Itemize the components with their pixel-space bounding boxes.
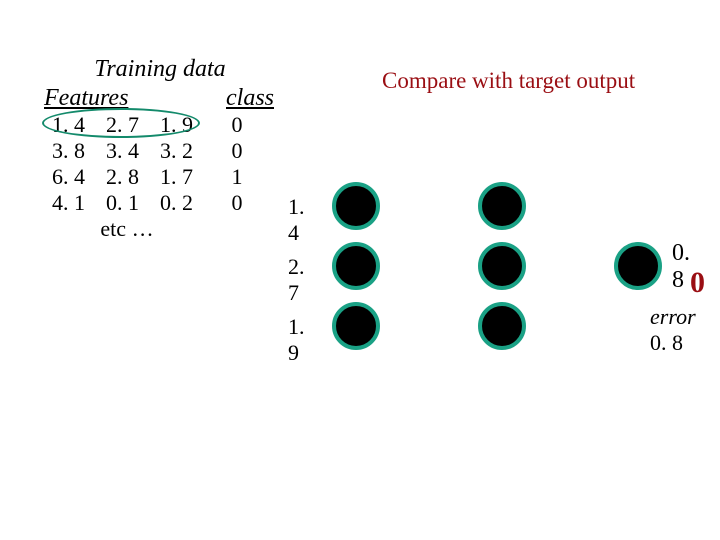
target-value: 0 <box>690 266 705 300</box>
cell: 0. 1 <box>106 190 144 216</box>
cell: 3. 8 <box>52 138 90 164</box>
cell: 0 <box>198 138 276 164</box>
input-node <box>332 242 380 290</box>
table-row: 4. 1 0. 1 0. 2 0 <box>44 190 276 216</box>
cell: 2. 8 <box>106 164 144 190</box>
error-text: error 0. 8 <box>650 304 696 356</box>
slide: Training data Features class 1. 4 2. 7 1… <box>0 0 720 540</box>
output-value: 0. 8 <box>672 240 690 294</box>
cell: 4. 1 <box>52 190 90 216</box>
table-row: 3. 8 3. 4 3. 2 0 <box>44 138 276 164</box>
cell: 3. 2 <box>160 138 198 164</box>
input-node <box>332 182 380 230</box>
compare-text: Compare with target output <box>378 68 639 94</box>
hidden-node <box>478 302 526 350</box>
output-node <box>614 242 662 290</box>
training-title: Training data <box>44 56 276 83</box>
input-label-3: 1. 9 <box>288 314 305 366</box>
etc-text: etc … <box>44 216 202 242</box>
error-label: error <box>650 304 696 329</box>
hidden-node <box>478 182 526 230</box>
cell: 6. 4 <box>52 164 90 190</box>
training-data-block: Training data Features class 1. 4 2. 7 1… <box>44 56 276 242</box>
cell: 3. 4 <box>106 138 144 164</box>
cell: 1. 7 <box>160 164 198 190</box>
training-headers: Features class <box>44 85 276 112</box>
cell: 0 <box>198 190 276 216</box>
input-node <box>332 302 380 350</box>
hidden-node <box>478 242 526 290</box>
cell: 1 <box>198 164 276 190</box>
error-value: 0. 8 <box>650 330 683 355</box>
class-header: class <box>194 85 274 112</box>
input-label-2: 2. 7 <box>288 254 305 306</box>
cell: 0. 2 <box>160 190 198 216</box>
input-label-1: 1. 4 <box>288 194 305 246</box>
table-row: 6. 4 2. 8 1. 7 1 <box>44 164 276 190</box>
cell: 0 <box>198 112 276 138</box>
highlight-ellipse <box>42 108 200 138</box>
